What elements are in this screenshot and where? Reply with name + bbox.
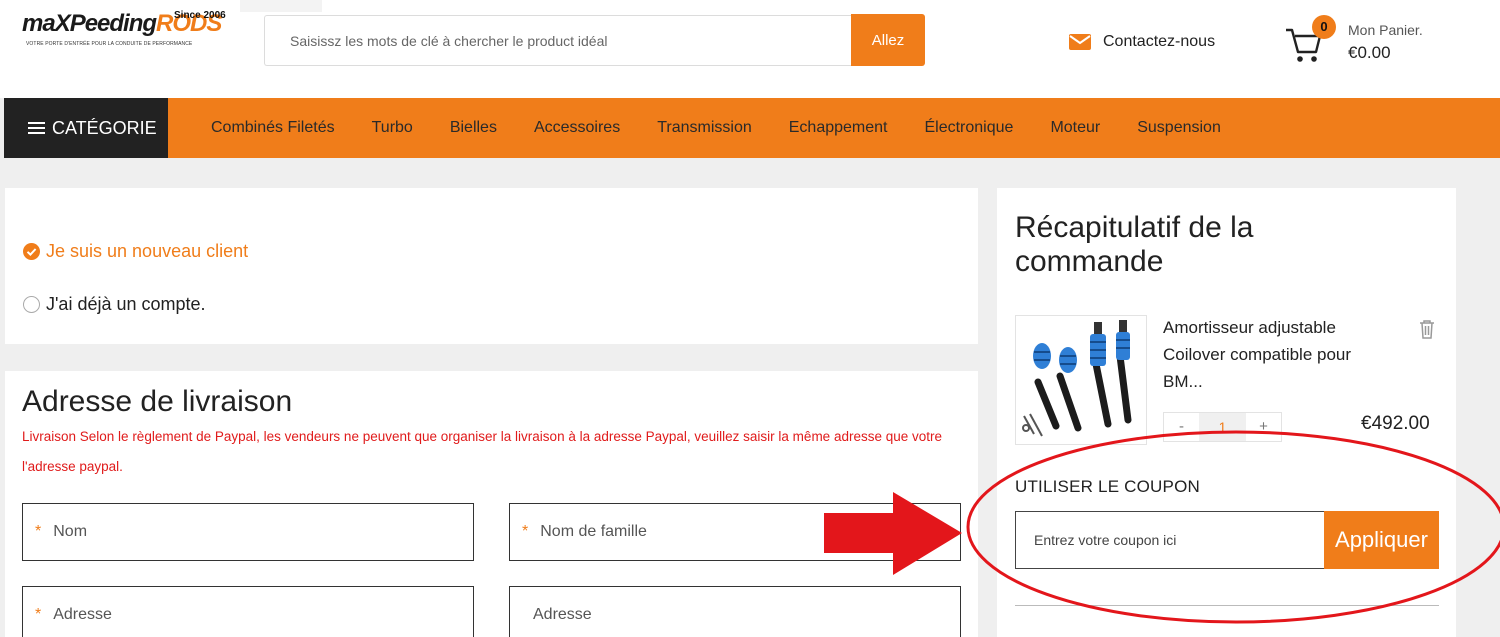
- new-client-label: Je suis un nouveau client: [46, 241, 249, 261]
- product-thumbnail[interactable]: [1015, 315, 1147, 445]
- last-name-placeholder: Nom de famille: [540, 523, 647, 540]
- coupon-input[interactable]: [1016, 512, 1325, 568]
- quantity-stepper: - 1 +: [1163, 412, 1282, 442]
- nav-links: Combinés Filetés Turbo Bielles Accessoir…: [211, 98, 1258, 158]
- nav-link-bielles[interactable]: Bielles: [450, 119, 497, 137]
- mini-cart[interactable]: 0 Mon Panier. €0.00: [1284, 15, 1434, 68]
- coupon-label: UTILISER LE COUPON: [1015, 477, 1200, 496]
- shipping-address-title: Adresse de livraison: [22, 385, 293, 418]
- check-circle-icon: [23, 243, 40, 260]
- category-label: CATÉGORIE: [52, 117, 157, 138]
- required-mark: *: [35, 523, 42, 540]
- main-nav: CATÉGORIE Combinés Filetés Turbo Bielles…: [4, 98, 1500, 158]
- cart-count-badge: 0: [1312, 15, 1336, 39]
- nav-link-turbo[interactable]: Turbo: [372, 119, 413, 137]
- required-mark: *: [35, 606, 42, 623]
- nav-link-electronique[interactable]: Électronique: [924, 119, 1013, 137]
- site-header: maXPeedingRODS Since 2006 VOTRE PORTE D'…: [0, 0, 1500, 98]
- category-menu-button[interactable]: CATÉGORIE: [4, 98, 168, 158]
- search-input[interactable]: [265, 16, 852, 65]
- top-strip: [240, 0, 322, 12]
- logo-tagline: VOTRE PORTE D'ENTRÉE POUR LA CONDUITE DE…: [26, 41, 193, 47]
- nav-link-moteur[interactable]: Moteur: [1050, 119, 1100, 137]
- first-name-field[interactable]: * Nom: [22, 503, 474, 561]
- last-name-field[interactable]: * Nom de famille: [509, 503, 961, 561]
- order-summary-title: Récapitulatif de la commande: [1015, 211, 1254, 278]
- contact-link[interactable]: Contactez-nous: [1069, 33, 1215, 51]
- logo-since: Since 2006: [174, 10, 226, 21]
- apply-coupon-button[interactable]: Appliquer: [1324, 511, 1439, 569]
- nav-link-transmission[interactable]: Transmission: [657, 119, 752, 137]
- search-box: [264, 15, 852, 66]
- summary-divider: [1015, 605, 1439, 606]
- hamburger-icon: [28, 119, 45, 137]
- shipping-note: Livraison Selon le règlement de Paypal, …: [22, 429, 943, 474]
- radio-existing-account[interactable]: J'ai déjà un compte.: [23, 294, 206, 315]
- order-summary-panel: Récapitulatif de la commande Amortisseur…: [997, 188, 1456, 637]
- quantity-decrease-button[interactable]: -: [1164, 413, 1199, 441]
- site-logo[interactable]: maXPeedingRODS Since 2006 VOTRE PORTE D'…: [22, 10, 232, 52]
- address-line2-placeholder: Adresse: [533, 606, 592, 623]
- nav-link-accessoires[interactable]: Accessoires: [534, 119, 620, 137]
- quantity-value[interactable]: 1: [1199, 413, 1246, 441]
- nav-link-combines-filetes[interactable]: Combinés Filetés: [211, 119, 335, 137]
- nav-link-suspension[interactable]: Suspension: [1137, 119, 1221, 137]
- existing-account-label: J'ai déjà un compte.: [46, 294, 206, 314]
- radio-new-client[interactable]: Je suis un nouveau client: [23, 241, 248, 262]
- coupon-input-box: [1015, 511, 1325, 569]
- envelope-icon: [1069, 34, 1091, 50]
- address-line1-placeholder: Adresse: [53, 606, 112, 623]
- product-name[interactable]: Amortisseur adjustable Coilover compatib…: [1163, 314, 1368, 395]
- cart-title: Mon Panier.: [1348, 22, 1423, 38]
- address-line1-field[interactable]: * Adresse: [22, 586, 474, 637]
- contact-label: Contactez-nous: [1103, 33, 1216, 50]
- account-choice-panel: Je suis un nouveau client J'ai déjà un c…: [5, 188, 978, 344]
- radio-unchecked-icon: [23, 296, 40, 313]
- product-price: €492.00: [1361, 413, 1430, 434]
- trash-icon[interactable]: [1419, 319, 1435, 339]
- search-button[interactable]: Allez: [851, 14, 925, 66]
- nav-link-echappement[interactable]: Echappement: [789, 119, 888, 137]
- quantity-increase-button[interactable]: +: [1246, 413, 1281, 441]
- coilover-image: [1022, 320, 1132, 437]
- required-mark: *: [522, 523, 529, 540]
- first-name-placeholder: Nom: [53, 523, 88, 540]
- shipping-address-panel: Adresse de livraison Livraison Selon le …: [5, 371, 978, 637]
- cart-total: €0.00: [1348, 43, 1391, 62]
- address-line2-field[interactable]: Adresse: [509, 586, 961, 637]
